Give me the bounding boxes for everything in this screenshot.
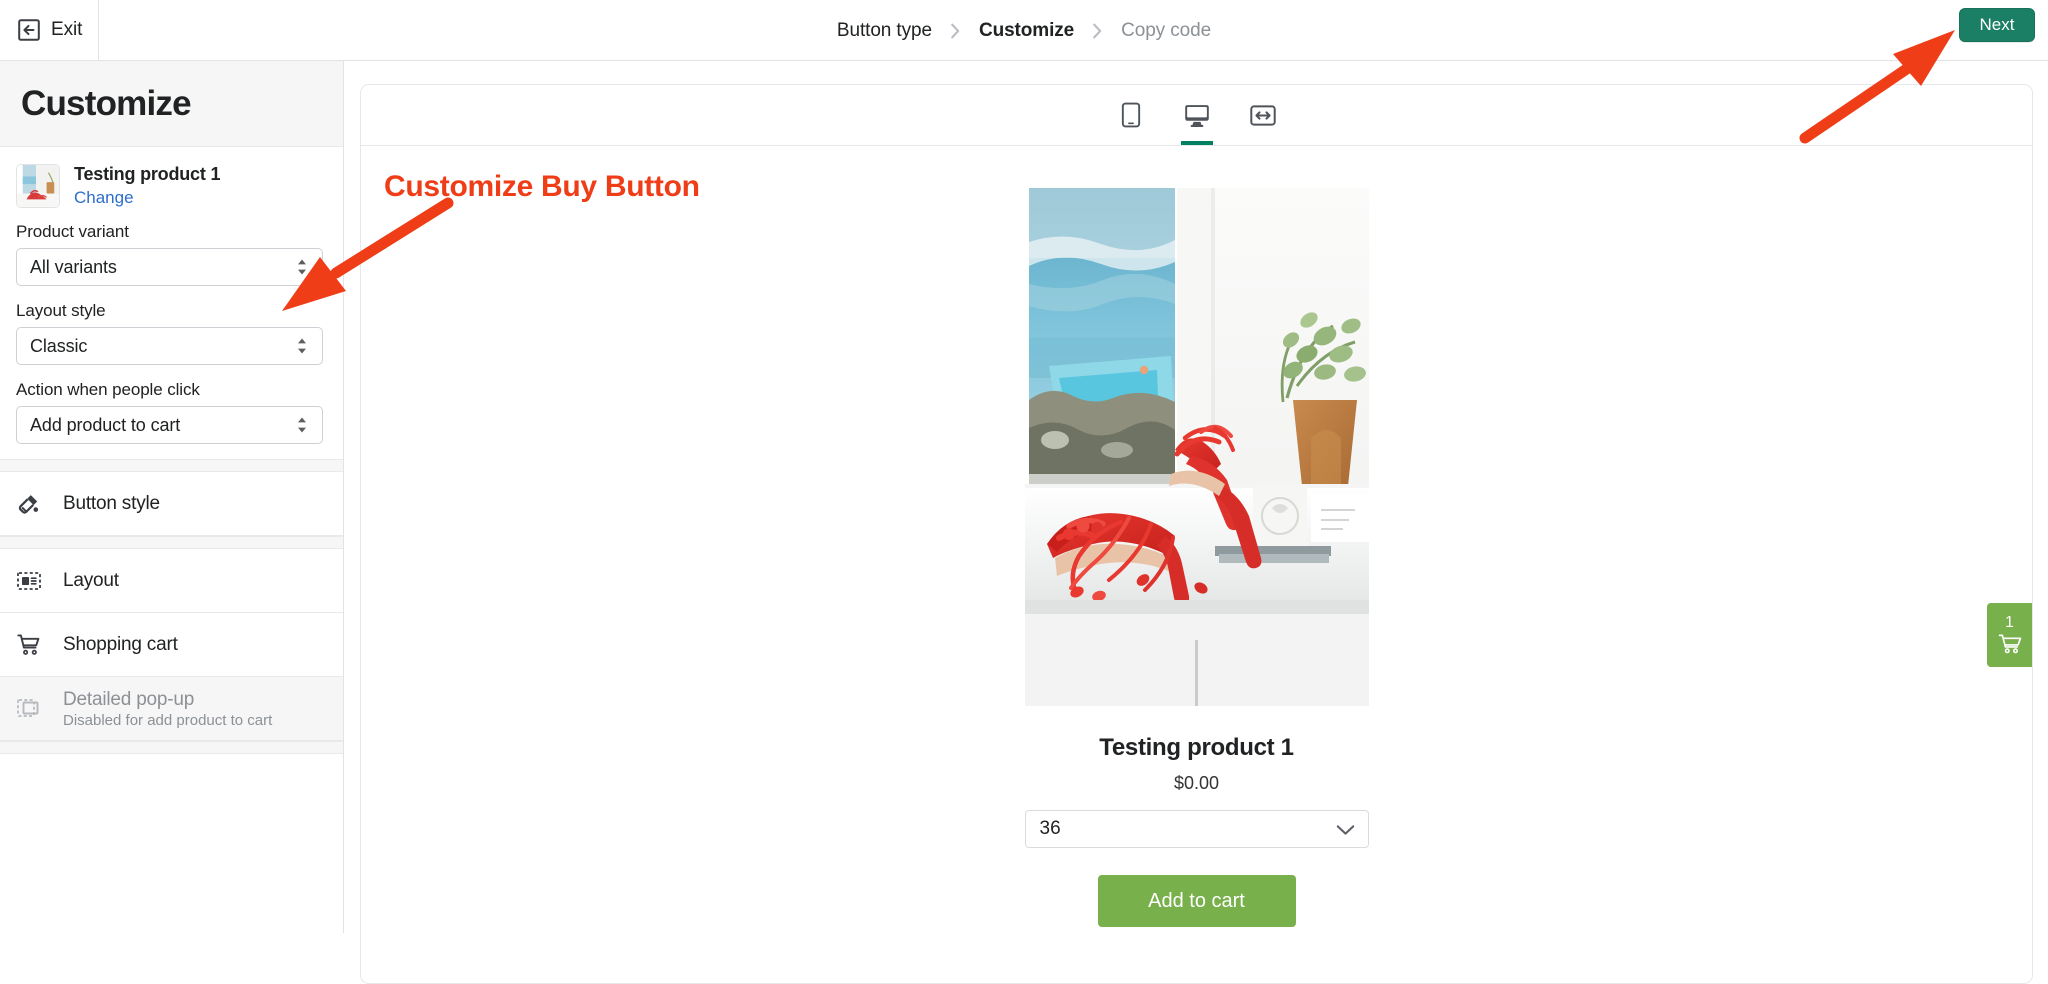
chevron-right-icon (950, 23, 961, 39)
sidebar-header: Customize (0, 61, 343, 147)
layout-grid-icon (16, 568, 42, 594)
nav-text: Detailed pop-up Disabled for add product… (63, 689, 272, 729)
section-divider (0, 741, 343, 754)
arrow-left-box-icon (18, 19, 40, 41)
settings-fields: Product variant All variants Layout styl… (0, 222, 343, 444)
product-preview-block: Testing product 1 $0.00 36 Add to cart (1025, 188, 1369, 927)
device-toggle-mobile[interactable] (1109, 85, 1153, 145)
section-divider (0, 536, 343, 549)
preview-body: Testing product 1 $0.00 36 Add to cart 1 (361, 146, 2032, 984)
device-toggle-desktop[interactable] (1175, 85, 1219, 145)
stepper-updown-icon (296, 337, 308, 355)
click-action-select[interactable]: Add product to cart (16, 406, 323, 444)
paint-roller-icon (16, 491, 42, 517)
shopping-cart-icon (16, 632, 42, 658)
preview-card: Testing product 1 $0.00 36 Add to cart 1 (360, 84, 2033, 984)
field-product-variant: Product variant All variants (16, 222, 322, 286)
layout-style-select[interactable]: Classic (16, 327, 323, 365)
field-label-layout-style: Layout style (16, 301, 322, 321)
shopping-cart-icon (1998, 633, 2022, 655)
product-meta: Testing product 1 Change (74, 164, 220, 208)
preview-variant-value: 36 (1040, 818, 1061, 840)
sidebar-item-sublabel: Disabled for add product to cart (63, 712, 272, 729)
cart-item-count: 1 (2005, 615, 2014, 631)
selected-product-row: Testing product 1 Change (0, 147, 343, 222)
product-variant-value: All variants (30, 257, 117, 278)
sidebar-item-label: Detailed pop-up (63, 689, 272, 711)
customize-sidebar: Customize Testing product 1 Change Pro (0, 61, 344, 933)
exit-label: Exit (51, 19, 82, 41)
top-bar: Exit Button type Customize Copy code Nex… (0, 0, 2048, 61)
click-action-value: Add product to cart (30, 415, 180, 436)
floating-cart-tab[interactable]: 1 (1987, 603, 2032, 667)
chevron-down-icon (1336, 823, 1355, 835)
exit-button[interactable]: Exit (0, 0, 99, 61)
popup-frame-icon (16, 696, 42, 722)
device-toggle-full-width[interactable] (1241, 85, 1285, 145)
sidebar-item-label: Button style (63, 493, 160, 515)
full-width-arrows-icon (1250, 104, 1276, 127)
sidebar-item-detailed-popup: Detailed pop-up Disabled for add product… (0, 677, 343, 741)
mobile-phone-icon (1121, 102, 1141, 128)
device-toggle-bar (361, 85, 2032, 146)
add-to-cart-button[interactable]: Add to cart (1098, 875, 1296, 927)
breadcrumb-item-button-type[interactable]: Button type (837, 20, 932, 42)
field-layout-style: Layout style Classic (16, 301, 322, 365)
page-title: Customize (21, 84, 191, 124)
layout-style-value: Classic (30, 336, 87, 357)
red-heels-on-shelf-photo (1025, 188, 1369, 706)
breadcrumb: Button type Customize Copy code (0, 0, 2048, 61)
breadcrumb-item-customize[interactable]: Customize (979, 20, 1074, 42)
sidebar-item-button-style[interactable]: Button style (0, 472, 343, 536)
preview-product-title: Testing product 1 (1025, 734, 1369, 762)
desktop-monitor-icon (1184, 103, 1210, 128)
next-button[interactable]: Next (1959, 8, 2035, 42)
product-variant-select[interactable]: All variants (16, 248, 323, 286)
nav-text: Layout (63, 570, 119, 592)
stepper-updown-icon (296, 258, 308, 276)
sidebar-item-label: Layout (63, 570, 119, 592)
field-label-click-action: Action when people click (16, 380, 322, 400)
nav-text: Shopping cart (63, 634, 178, 656)
breadcrumb-item-copy-code[interactable]: Copy code (1121, 20, 1211, 42)
sidebar-item-shopping-cart[interactable]: Shopping cart (0, 613, 343, 677)
sidebar-item-label: Shopping cart (63, 634, 178, 656)
preview-variant-select[interactable]: 36 (1025, 810, 1369, 848)
red-heels-product-thumbnail (16, 164, 60, 208)
section-divider (0, 459, 343, 472)
chevron-right-icon (1092, 23, 1103, 39)
preview-product-price: $0.00 (1025, 773, 1369, 794)
product-name: Testing product 1 (74, 164, 220, 185)
field-click-action: Action when people click Add product to … (16, 380, 322, 444)
stepper-updown-icon (296, 416, 308, 434)
nav-text: Button style (63, 493, 160, 515)
change-product-link[interactable]: Change (74, 188, 220, 208)
sidebar-item-layout[interactable]: Layout (0, 549, 343, 613)
annotation-headline: Customize Buy Button (384, 170, 700, 204)
field-label-product-variant: Product variant (16, 222, 322, 242)
